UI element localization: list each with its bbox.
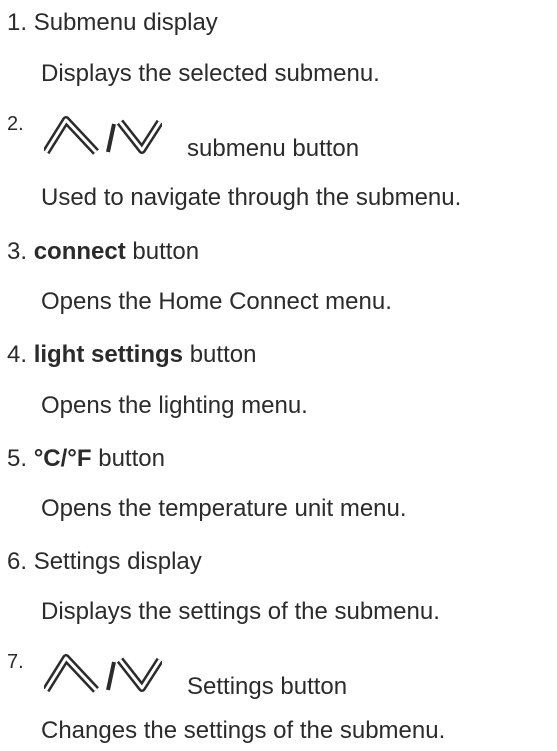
- item-number: 7.: [7, 651, 24, 673]
- item-title-line: 4. light settings button: [7, 341, 256, 369]
- item-title-bold: connect: [33, 238, 126, 265]
- item-number: 4.: [7, 341, 28, 368]
- chevron-down-icon: [116, 657, 162, 692]
- item-title-bold: light settings: [33, 341, 184, 368]
- item-title: button: [98, 445, 165, 472]
- item-description: Opens the lighting menu.: [41, 392, 308, 419]
- item-description: Used to navigate through the submenu.: [41, 184, 462, 211]
- item-title-line: 5. °C/°F button: [7, 445, 165, 473]
- item-description: Opens the temperature unit menu.: [41, 495, 407, 522]
- item-number: 3.: [7, 238, 28, 265]
- chevron-down-icon: [116, 119, 162, 154]
- slash-icon: [106, 661, 116, 691]
- item-description: Displays the settings of the submenu.: [41, 598, 440, 625]
- item-number: 6.: [7, 548, 28, 575]
- item-description: Changes the settings of the submenu.: [41, 717, 446, 744]
- up-down-arrows-icon: [44, 654, 162, 693]
- slash-icon: [106, 123, 116, 153]
- up-down-arrows-icon: [44, 116, 162, 155]
- item-title: Settings button: [187, 673, 348, 700]
- item-title: Submenu display: [33, 9, 218, 36]
- item-title-line: 1. Submenu display: [7, 9, 218, 37]
- item-number: 2.: [7, 113, 24, 135]
- item-number: 1.: [7, 9, 28, 36]
- item-title: submenu button: [187, 135, 360, 162]
- item-title: Settings display: [33, 548, 202, 575]
- item-title-bold: °C/°F: [33, 445, 92, 472]
- item-title-line: 6. Settings display: [7, 548, 202, 576]
- chevron-up-icon: [44, 654, 99, 693]
- item-title-line: 3. connect button: [7, 238, 199, 266]
- item-description: Displays the selected submenu.: [41, 60, 380, 87]
- chevron-up-icon: [44, 116, 99, 155]
- item-title: button: [189, 341, 257, 368]
- item-description: Opens the Home Connect menu.: [41, 288, 392, 315]
- item-number: 5.: [7, 445, 28, 472]
- item-title: button: [132, 238, 200, 265]
